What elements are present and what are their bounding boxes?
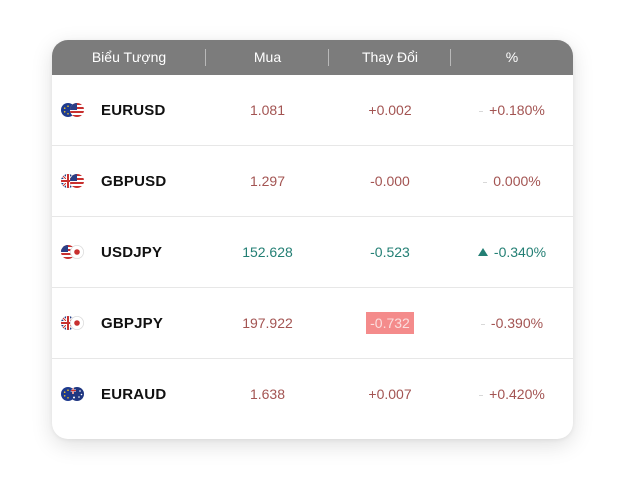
trend-neutral-icon <box>479 394 484 396</box>
triangle-up-icon <box>477 248 488 256</box>
currency-pair-flags <box>61 387 85 401</box>
table-row[interactable]: GBPUSD 1.297 -0.000 0.000% <box>52 146 573 217</box>
jp-flag-icon <box>70 245 84 259</box>
change-value: +0.007 <box>368 386 412 402</box>
jp-flag-icon <box>70 316 84 330</box>
percent-cell: -0.340% <box>451 244 573 260</box>
forex-quote-table: Biểu Tượng Mua Thay Đổi % EURUSD 1.081 +… <box>52 40 573 439</box>
symbol-cell: EURAUD <box>52 386 206 403</box>
percent-cell: 0.000% <box>451 173 573 189</box>
symbol-name[interactable]: GBPUSD <box>101 173 166 190</box>
currency-pair-flags <box>61 103 85 117</box>
bid-value: 197.922 <box>242 315 293 331</box>
bid-value: 1.081 <box>249 102 286 118</box>
bid-value: 1.638 <box>249 386 286 402</box>
us-flag-icon <box>70 103 84 117</box>
trend-neutral-icon <box>483 181 488 183</box>
percent-value: 0.000% <box>493 173 541 189</box>
symbol-cell: GBPJPY <box>52 315 206 332</box>
bid-value: 152.628 <box>242 244 293 260</box>
currency-pair-flags <box>61 174 85 188</box>
change-value: -0.732 <box>366 312 414 334</box>
change-value: -0.523 <box>370 244 410 260</box>
percent-cell: +0.180% <box>451 102 573 118</box>
symbol-name[interactable]: EURAUD <box>101 386 166 403</box>
trend-neutral-icon <box>480 323 485 325</box>
column-header-percent[interactable]: % <box>451 40 573 75</box>
table-header: Biểu Tượng Mua Thay Đổi % <box>52 40 573 75</box>
bid-value: 1.297 <box>249 173 286 189</box>
us-flag-icon <box>70 174 84 188</box>
table-row[interactable]: USDJPY 152.628 -0.523 -0.340% <box>52 217 573 288</box>
currency-pair-flags <box>61 245 85 259</box>
symbol-cell: GBPUSD <box>52 173 206 190</box>
symbol-name[interactable]: GBPJPY <box>101 315 163 332</box>
change-value: -0.000 <box>370 173 410 189</box>
percent-value: +0.180% <box>489 102 545 118</box>
percent-cell: +0.420% <box>451 386 573 402</box>
table-row[interactable]: GBPJPY 197.922 -0.732 -0.390% <box>52 288 573 359</box>
currency-pair-flags <box>61 316 85 330</box>
table-row[interactable]: EURUSD 1.081 +0.002 +0.180% <box>52 75 573 146</box>
percent-value: -0.340% <box>493 244 547 260</box>
percent-value: -0.390% <box>490 315 544 331</box>
symbol-name[interactable]: EURUSD <box>101 102 166 119</box>
au-flag-icon <box>70 387 84 401</box>
column-header-bid[interactable]: Mua <box>206 40 329 75</box>
change-cell: -0.732 <box>329 312 451 334</box>
column-header-symbol[interactable]: Biểu Tượng <box>52 40 206 75</box>
column-header-change[interactable]: Thay Đổi <box>329 40 451 75</box>
symbol-cell: EURUSD <box>52 102 206 119</box>
percent-cell: -0.390% <box>451 315 573 331</box>
change-value: +0.002 <box>368 102 412 118</box>
symbol-name[interactable]: USDJPY <box>101 244 162 261</box>
trend-neutral-icon <box>479 110 484 112</box>
percent-value: +0.420% <box>489 386 545 402</box>
symbol-cell: USDJPY <box>52 244 206 261</box>
table-row[interactable]: EURAUD 1.638 +0.007 +0.420% <box>52 359 573 429</box>
